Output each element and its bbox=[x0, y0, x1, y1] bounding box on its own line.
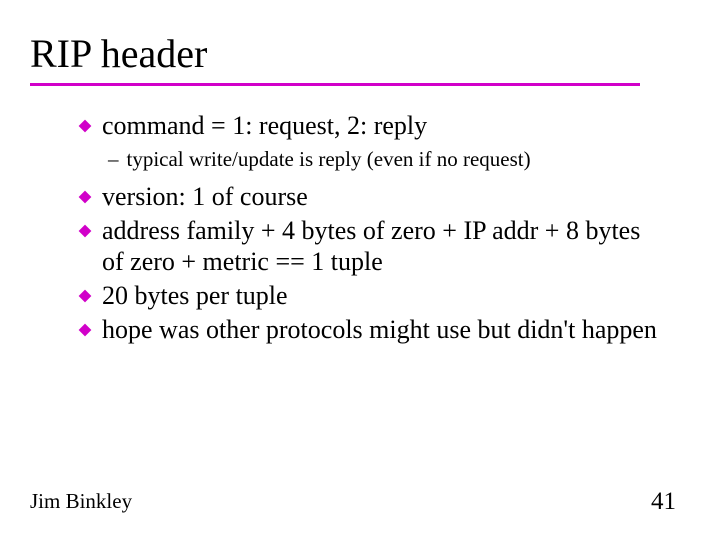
slide-body: command = 1: request, 2: reply – typical… bbox=[36, 110, 684, 346]
bullet-item: version: 1 of course bbox=[78, 181, 664, 213]
bullet-item: hope was other protocols might use but d… bbox=[78, 314, 664, 346]
sub-bullet-item: – typical write/update is reply (even if… bbox=[108, 146, 664, 173]
bullet-text: command = 1: request, 2: reply bbox=[102, 110, 664, 142]
diamond-bullet-icon bbox=[78, 119, 92, 133]
diamond-bullet-icon bbox=[78, 323, 92, 337]
bullet-text: 20 bytes per tuple bbox=[102, 280, 664, 312]
diamond-bullet-icon bbox=[78, 224, 92, 238]
slide: RIP header command = 1: request, 2: repl… bbox=[0, 0, 720, 346]
page-number: 41 bbox=[651, 488, 676, 516]
sub-bullet-text: typical write/update is reply (even if n… bbox=[127, 146, 531, 173]
bullet-item: command = 1: request, 2: reply bbox=[78, 110, 664, 142]
diamond-bullet-icon bbox=[78, 190, 92, 204]
dash-bullet-icon: – bbox=[108, 146, 119, 173]
bullet-text: version: 1 of course bbox=[102, 181, 664, 213]
title-underline bbox=[30, 83, 640, 86]
diamond-bullet-icon bbox=[78, 289, 92, 303]
slide-title: RIP header bbox=[30, 30, 684, 77]
bullet-text: address family + 4 bytes of zero + IP ad… bbox=[102, 215, 664, 278]
bullet-item: 20 bytes per tuple bbox=[78, 280, 664, 312]
bullet-item: address family + 4 bytes of zero + IP ad… bbox=[78, 215, 664, 278]
bullet-text: hope was other protocols might use but d… bbox=[102, 314, 664, 346]
footer-author: Jim Binkley bbox=[30, 489, 132, 514]
